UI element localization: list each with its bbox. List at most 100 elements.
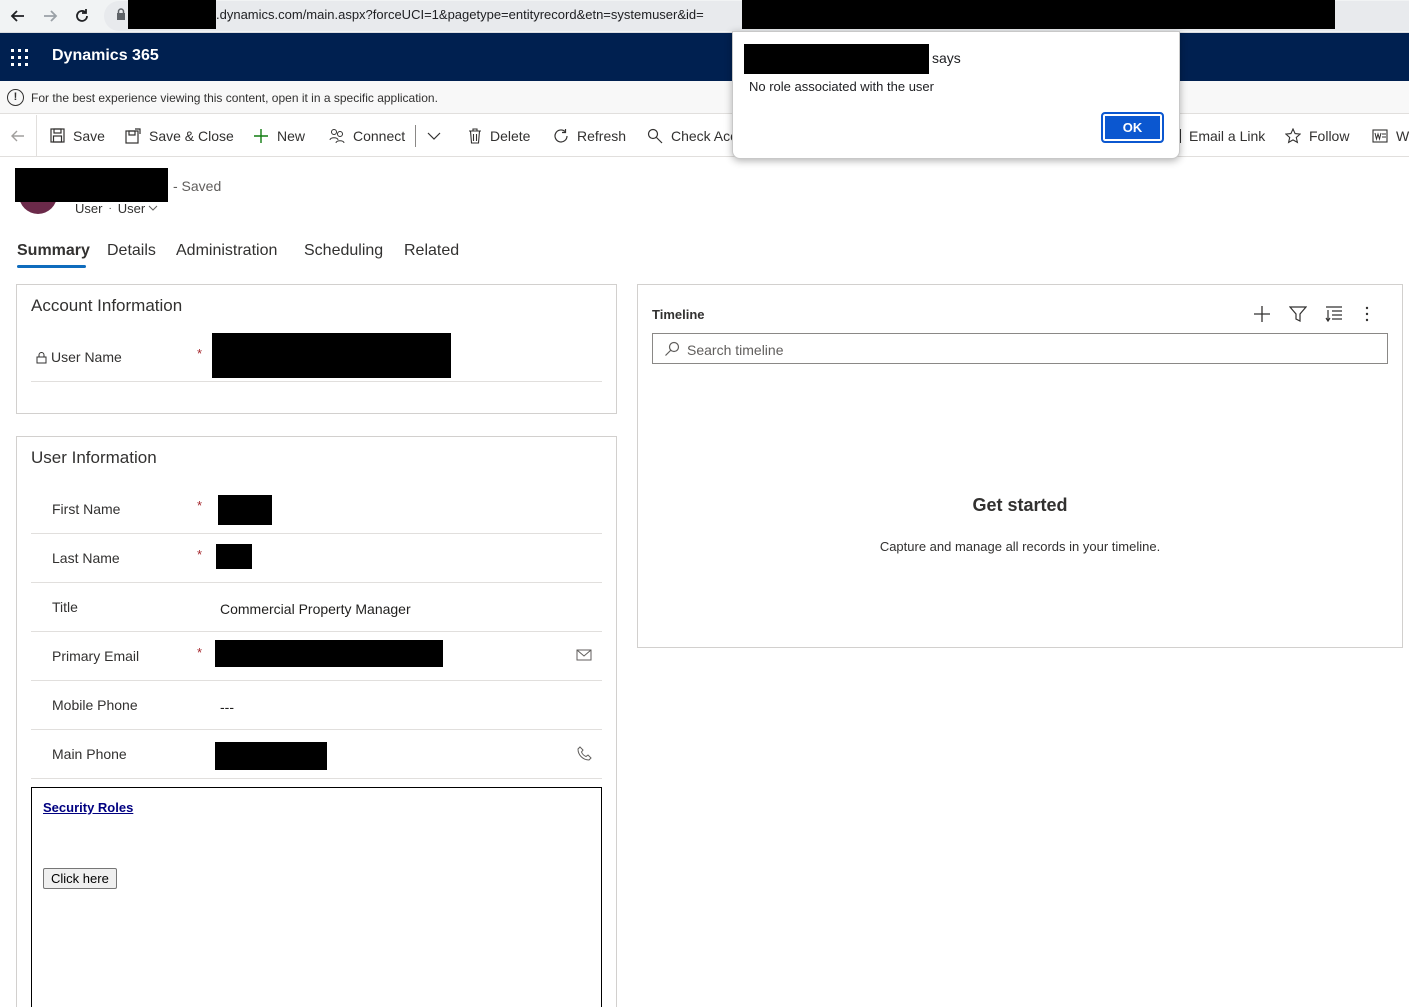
mobile-phone-row: Mobile Phone --- xyxy=(31,681,602,730)
primary-email-row: Primary Email * xyxy=(31,632,602,681)
last-name-value[interactable] xyxy=(216,544,252,569)
form-selector[interactable]: User xyxy=(118,201,158,216)
account-information-section: Account Information User Name * xyxy=(16,284,617,414)
follow-label: Follow xyxy=(1309,127,1350,144)
section-title: Account Information xyxy=(31,296,183,315)
browser-back-icon[interactable] xyxy=(5,4,31,28)
primary-email-label: Primary Email xyxy=(52,648,140,664)
save-close-button[interactable]: Save & Close xyxy=(125,115,234,156)
app-launcher-icon[interactable] xyxy=(11,49,28,66)
timeline-empty-title: Get started xyxy=(972,495,1068,515)
save-close-icon xyxy=(125,127,141,144)
refresh-icon xyxy=(553,128,569,144)
save-label: Save xyxy=(73,127,105,144)
word-label: W xyxy=(1396,127,1409,144)
more-commands-dropdown[interactable] xyxy=(427,115,441,156)
mobile-phone-value[interactable]: --- xyxy=(220,699,234,715)
security-roles-link[interactable]: Security Roles xyxy=(43,800,133,815)
save-status: - Saved xyxy=(173,178,222,194)
connect-button[interactable]: Connect xyxy=(329,115,405,156)
email-link-button[interactable]: Email a Link xyxy=(1178,115,1265,156)
more-options-icon[interactable] xyxy=(1364,305,1370,328)
click-here-button[interactable]: Click here xyxy=(43,868,117,889)
main-phone-value[interactable] xyxy=(215,742,327,770)
word-icon xyxy=(1372,128,1388,143)
notification-text: For the best experience viewing this con… xyxy=(31,91,438,105)
alert-dialog: says No role associated with the user OK xyxy=(732,31,1180,159)
user-name-value[interactable] xyxy=(212,333,451,378)
primary-email-value[interactable] xyxy=(215,640,443,667)
section-title: User Information xyxy=(31,448,157,467)
sort-list-icon[interactable] xyxy=(1325,305,1343,328)
command-separator xyxy=(415,125,416,147)
title-value[interactable]: Commercial Property Manager xyxy=(220,601,411,617)
word-templates-button[interactable]: W xyxy=(1372,115,1409,156)
trash-icon xyxy=(468,127,482,144)
back-button[interactable] xyxy=(0,115,37,156)
refresh-label: Refresh xyxy=(577,127,627,144)
active-tab-indicator xyxy=(17,265,86,268)
tab-administration[interactable]: Administration xyxy=(176,242,277,260)
tab-details[interactable]: Details xyxy=(107,242,156,260)
user-name-label-text: User Name xyxy=(51,349,122,365)
app-name[interactable]: Dynamics 365 xyxy=(52,47,159,65)
follow-button[interactable]: Follow xyxy=(1285,115,1349,156)
plus-icon xyxy=(253,128,269,144)
required-indicator: * xyxy=(197,346,203,361)
connect-label: Connect xyxy=(353,127,406,144)
chevron-down-icon xyxy=(427,132,441,140)
timeline-title: Timeline xyxy=(652,307,705,322)
dialog-origin-redaction xyxy=(744,44,929,74)
new-label: New xyxy=(277,127,306,144)
timeline-section: Timeline Search timeline Get started Cap… xyxy=(637,284,1403,648)
title-row: Title Commercial Property Manager xyxy=(31,583,602,632)
phone-icon[interactable] xyxy=(577,746,592,766)
browser-forward-icon[interactable] xyxy=(37,4,63,28)
entity-name: User xyxy=(75,201,103,216)
separator-dot: · xyxy=(108,203,112,214)
lock-icon xyxy=(36,351,47,363)
last-name-label: Last Name xyxy=(52,550,120,566)
filter-icon[interactable] xyxy=(1288,305,1308,328)
url-text: .dynamics.com/main.aspx?forceUCI=1&paget… xyxy=(216,7,704,22)
ok-button[interactable]: OK xyxy=(1101,112,1164,143)
send-email-icon[interactable] xyxy=(576,648,592,666)
delete-label: Delete xyxy=(490,127,531,144)
add-icon[interactable] xyxy=(1253,305,1271,328)
form-name: User xyxy=(117,201,146,216)
tab-summary[interactable]: Summary xyxy=(17,242,90,260)
timeline-search-input[interactable]: Search timeline xyxy=(652,333,1388,364)
key-search-icon xyxy=(647,128,663,144)
info-icon: ! xyxy=(7,89,24,106)
save-button[interactable]: Save xyxy=(50,115,105,156)
first-name-row: First Name * xyxy=(31,485,602,534)
tab-related[interactable]: Related xyxy=(404,242,459,260)
record-name-redaction xyxy=(15,168,168,202)
tab-scheduling[interactable]: Scheduling xyxy=(304,242,383,260)
main-phone-row: Main Phone xyxy=(31,730,602,779)
app-header: Dynamics 365 xyxy=(0,33,1409,81)
last-name-row: Last Name * xyxy=(31,534,602,583)
browser-toolbar: .dynamics.com/main.aspx?forceUCI=1&paget… xyxy=(0,0,1409,33)
check-access-button[interactable]: Check Acc xyxy=(647,115,737,156)
search-icon xyxy=(664,341,680,362)
new-button[interactable]: New xyxy=(253,115,305,156)
save-close-label: Save & Close xyxy=(149,127,234,144)
dialog-message: No role associated with the user xyxy=(749,79,934,94)
entity-info: User · User xyxy=(75,201,158,216)
user-name-label: User Name xyxy=(36,349,122,365)
mobile-phone-label: Mobile Phone xyxy=(52,697,138,713)
browser-reload-icon[interactable] xyxy=(69,4,95,28)
dialog-says: says xyxy=(932,50,961,66)
user-name-row: User Name * xyxy=(31,333,602,382)
search-placeholder: Search timeline xyxy=(687,342,784,358)
save-icon xyxy=(50,128,65,143)
delete-button[interactable]: Delete xyxy=(468,115,530,156)
lock-icon xyxy=(116,8,126,26)
required-indicator: * xyxy=(197,645,203,660)
refresh-button[interactable]: Refresh xyxy=(553,115,626,156)
first-name-value[interactable] xyxy=(218,495,272,525)
security-roles-webresource: Security Roles Click here xyxy=(31,787,602,1007)
title-label: Title xyxy=(52,599,78,615)
main-phone-label: Main Phone xyxy=(52,746,127,762)
